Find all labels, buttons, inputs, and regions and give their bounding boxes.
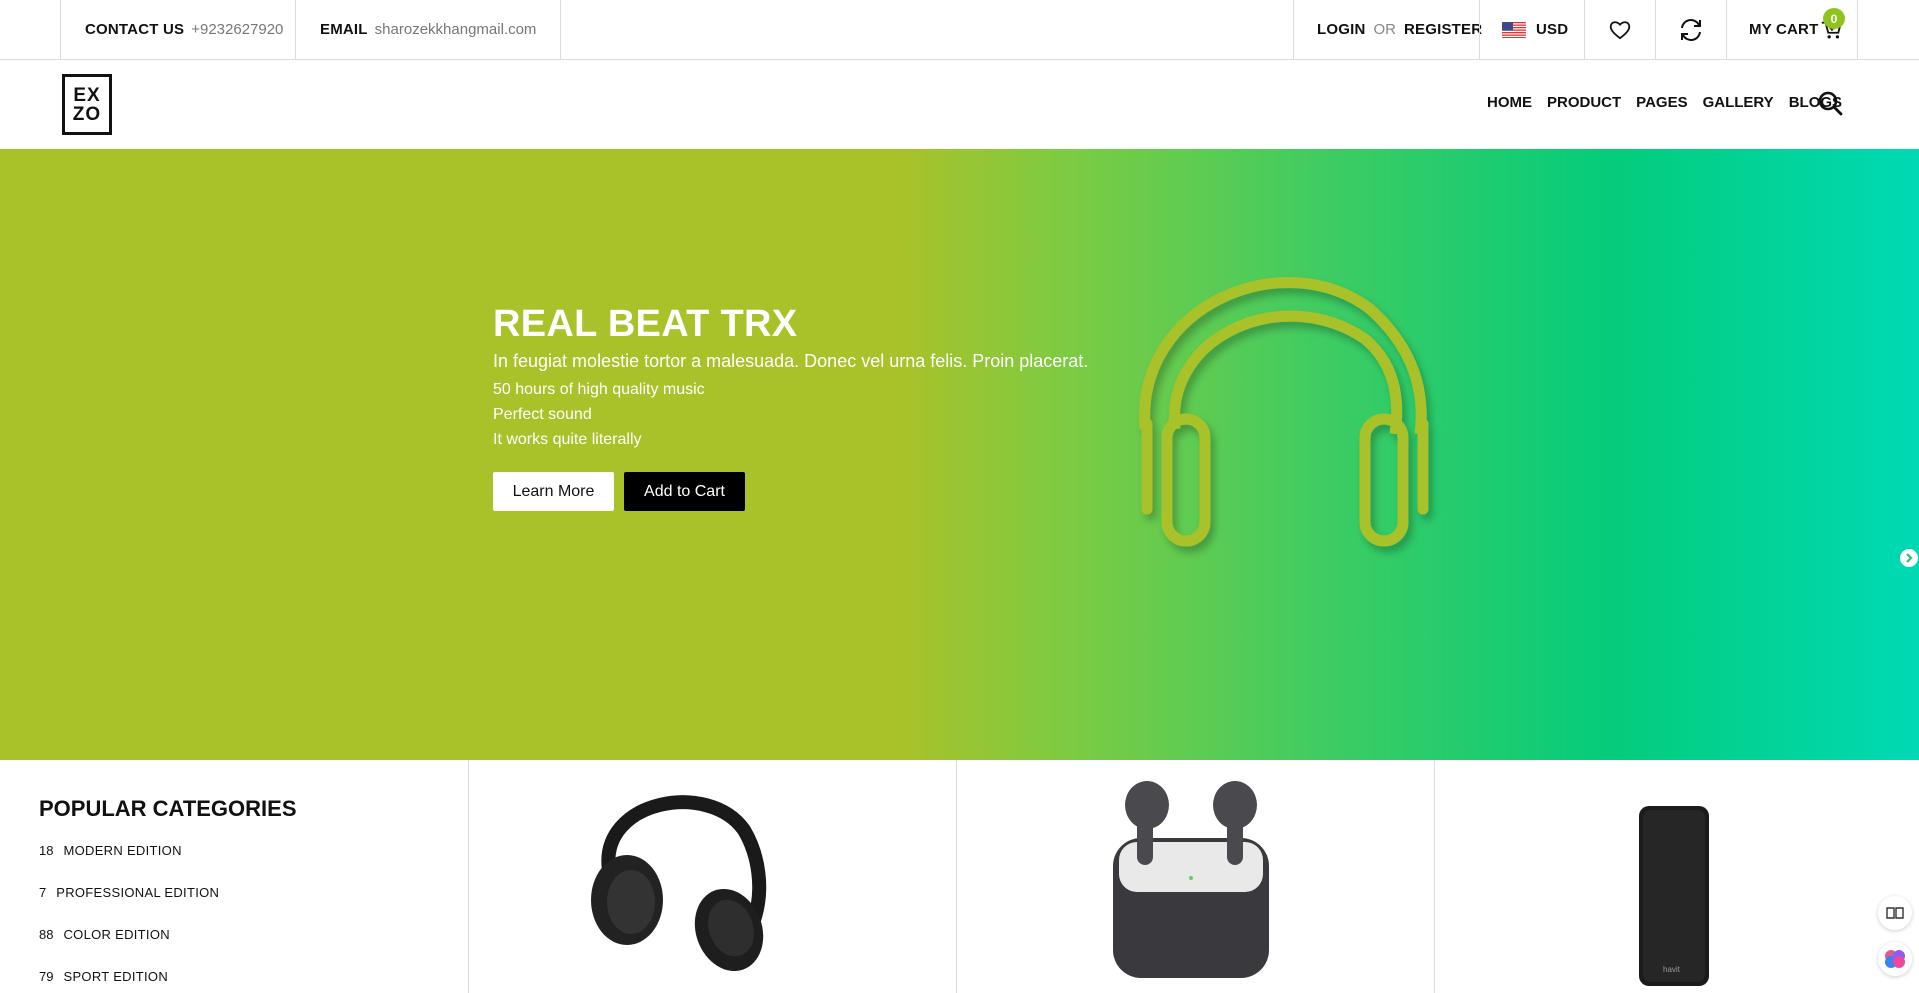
category-item[interactable]: 79 SPORT EDITION xyxy=(39,969,168,984)
logo-line-2: ZO xyxy=(72,103,102,125)
divider xyxy=(1857,0,1858,59)
contact-phone[interactable]: +9232627920 xyxy=(191,21,283,38)
logo-line-1: EX xyxy=(73,84,101,106)
contact-label: CONTACT US xyxy=(85,21,185,38)
email-address[interactable]: sharozekkhangmail.com xyxy=(375,21,537,38)
login-link[interactable]: LOGIN xyxy=(1317,21,1366,38)
search-icon[interactable] xyxy=(1817,90,1843,116)
category-name: SPORT EDITION xyxy=(63,969,169,984)
powerbank-brand-label: havit xyxy=(1663,965,1680,974)
wishlist-button[interactable] xyxy=(1584,0,1655,59)
product-card-powerbank[interactable]: havit xyxy=(1435,760,1919,993)
site-logo[interactable]: EX ZO xyxy=(62,74,112,135)
hero-subtitle: In feugiat molestie tortor a malesuada. … xyxy=(493,351,1089,371)
cart-count-badge: 0 xyxy=(1823,8,1845,29)
assistant-button[interactable] xyxy=(1878,942,1912,976)
brain-icon xyxy=(1885,950,1905,968)
product-card-earbuds[interactable] xyxy=(957,760,1435,993)
popular-categories: POPULAR CATEGORIES 18 MODERN EDITION 7 P… xyxy=(0,760,469,993)
category-item[interactable]: 18 MODERN EDITION xyxy=(39,843,182,858)
top-bar: CONTACT US +9232627920 EMAIL sharozekkha… xyxy=(0,0,1919,60)
add-to-cart-button[interactable]: Add to Cart xyxy=(624,472,745,511)
email-label: EMAIL xyxy=(320,21,368,38)
nav-home[interactable]: HOME xyxy=(1487,94,1532,111)
hero-title: REAL BEAT TRX xyxy=(493,303,798,345)
categories-title: POPULAR CATEGORIES xyxy=(39,796,297,821)
category-count: 79 xyxy=(39,969,54,984)
headphones-product-image xyxy=(591,795,767,972)
reader-mode-button[interactable] xyxy=(1878,896,1912,930)
product-card-headphones[interactable] xyxy=(469,760,957,993)
heart-icon xyxy=(1609,20,1631,39)
learn-more-button[interactable]: Learn More xyxy=(493,472,614,511)
contact-info: CONTACT US +9232627920 xyxy=(60,0,295,59)
cart-label: MY CART xyxy=(1749,21,1819,38)
chevron-right-icon xyxy=(1901,550,1917,566)
main-nav: HOME PRODUCT PAGES GALLERY BLOGS xyxy=(1487,94,1842,111)
nav-gallery[interactable]: GALLERY xyxy=(1703,94,1774,111)
nav-pages[interactable]: PAGES xyxy=(1636,94,1687,111)
category-name: PROFESSIONAL EDITION xyxy=(56,885,220,900)
hero-banner: REAL BEAT TRX In feugiat molestie tortor… xyxy=(0,149,1919,760)
category-count: 88 xyxy=(39,927,54,942)
currency-label: USD xyxy=(1536,21,1569,38)
category-name: COLOR EDITION xyxy=(63,927,170,942)
book-icon xyxy=(1886,907,1904,919)
headphones-illustration xyxy=(1139,277,1429,547)
currency-selector[interactable]: USD xyxy=(1479,0,1584,59)
category-count: 18 xyxy=(39,843,54,858)
refresh-icon xyxy=(1681,18,1701,41)
main-header: EX ZO HOME PRODUCT PAGES GALLERY BLOGS xyxy=(0,60,1919,149)
account-links: LOGIN OR REGISTER xyxy=(1293,0,1482,59)
category-item[interactable]: 7 PROFESSIONAL EDITION xyxy=(39,885,219,900)
category-name: MODERN EDITION xyxy=(63,843,182,858)
compare-button[interactable] xyxy=(1655,0,1726,59)
category-item[interactable]: 88 COLOR EDITION xyxy=(39,927,170,942)
email-info: EMAIL sharozekkhangmail.com xyxy=(295,0,560,59)
earbuds-product-image xyxy=(1113,781,1269,978)
category-count: 7 xyxy=(39,885,47,900)
hero-feature: 50 hours of high quality music xyxy=(493,381,705,398)
nav-product[interactable]: PRODUCT xyxy=(1547,94,1621,111)
or-separator: OR xyxy=(1373,21,1397,38)
categories-section: POPULAR CATEGORIES 18 MODERN EDITION 7 P… xyxy=(0,760,1919,993)
hero-feature: Perfect sound xyxy=(493,406,592,423)
register-link[interactable]: REGISTER xyxy=(1404,21,1482,38)
powerbank-product-image xyxy=(1639,806,1709,986)
hero-feature: It works quite literally xyxy=(493,431,642,448)
divider xyxy=(560,0,561,59)
us-flag-icon xyxy=(1502,21,1526,38)
carousel-next-button[interactable] xyxy=(1900,549,1918,567)
